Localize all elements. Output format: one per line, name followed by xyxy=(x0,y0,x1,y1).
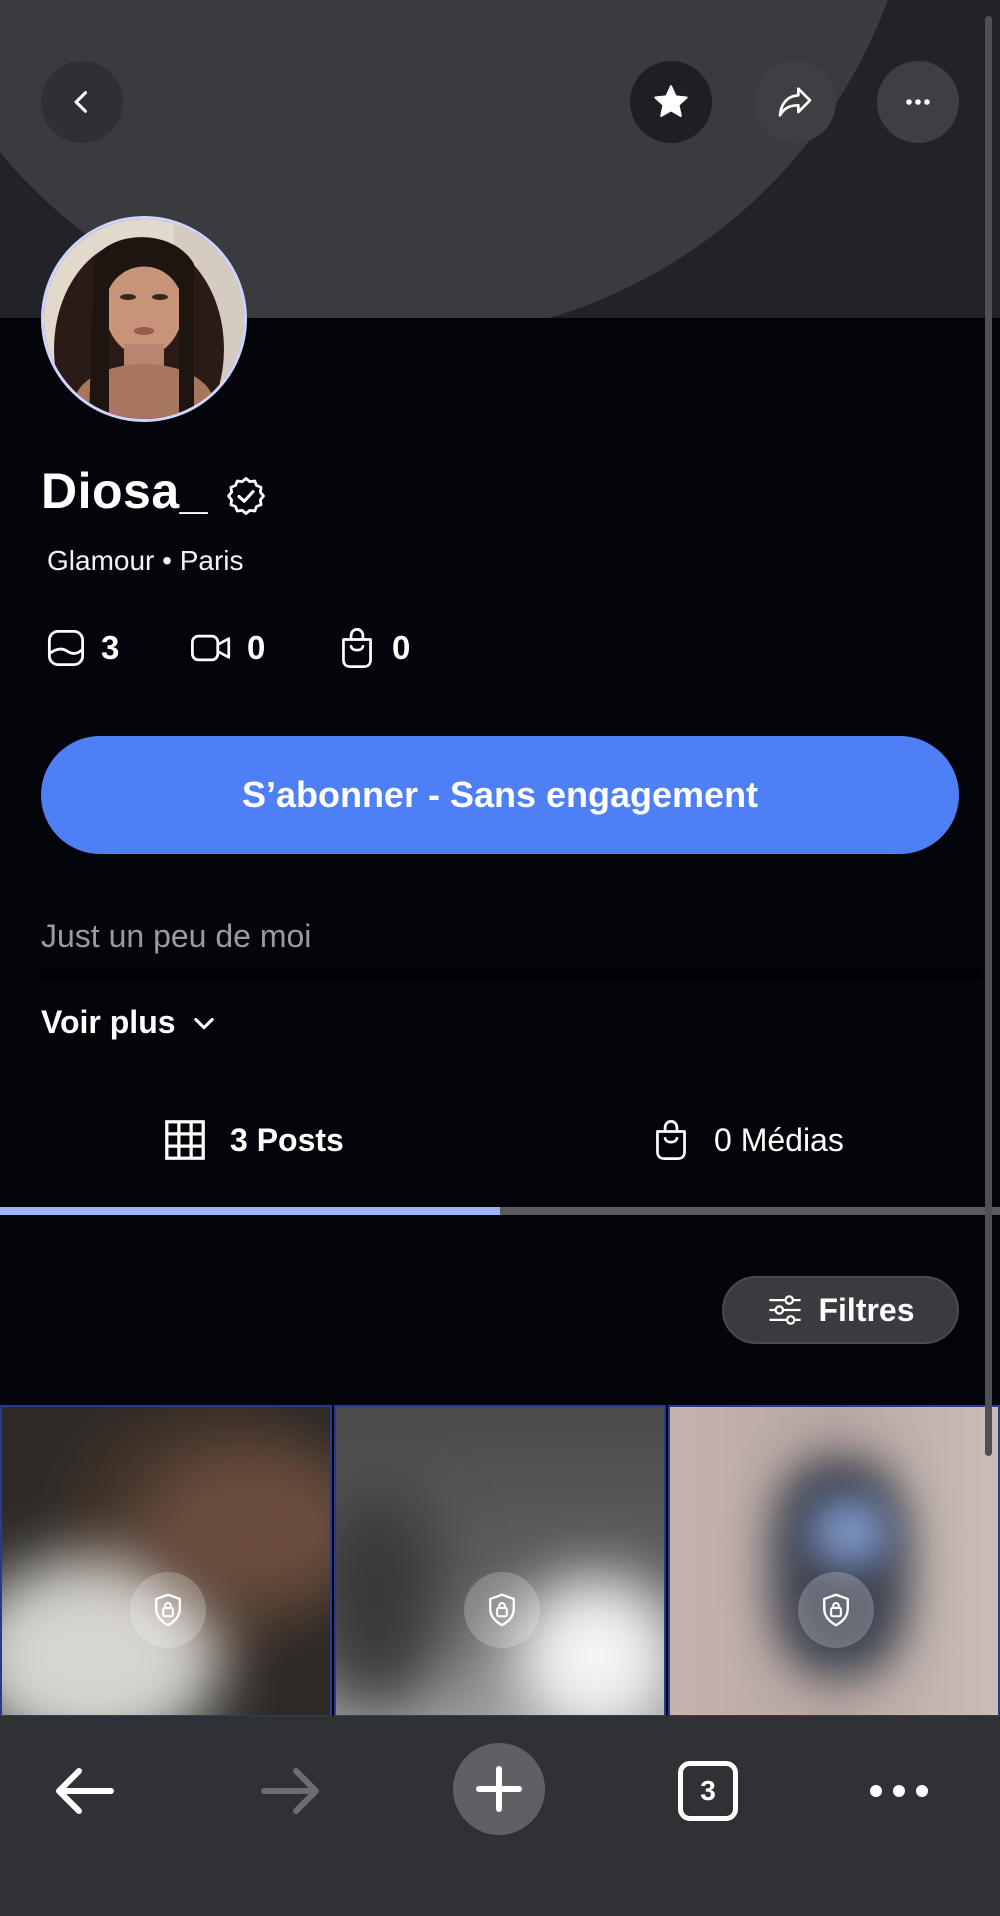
chevron-left-icon xyxy=(74,91,88,113)
profile-bio: Just un peu de moi xyxy=(41,918,981,980)
new-tab-button[interactable] xyxy=(453,1743,545,1835)
lock-badge xyxy=(464,1572,540,1648)
videos-count-value: 0 xyxy=(247,629,266,666)
more-options-button[interactable] xyxy=(877,61,959,143)
shield-lock-icon xyxy=(489,1593,515,1627)
videos-count: 0 xyxy=(189,625,265,671)
browser-forward-button[interactable] xyxy=(244,1743,340,1839)
back-button[interactable] xyxy=(41,61,123,143)
profile-name: Diosa_ xyxy=(41,463,208,519)
post-tile[interactable] xyxy=(0,1405,332,1717)
video-icon xyxy=(191,634,231,662)
photo-icon xyxy=(47,629,85,667)
shopping-bag-icon xyxy=(342,628,372,668)
tab-media-label: 0 Médias xyxy=(714,1121,844,1158)
browser-menu-button[interactable] xyxy=(851,1743,947,1839)
chevron-down-icon xyxy=(193,1017,214,1029)
share-button[interactable] xyxy=(754,61,836,143)
posts-grid xyxy=(0,1405,1000,1717)
profile-subtitle: Glamour • Paris xyxy=(47,545,244,576)
star-icon xyxy=(654,85,688,117)
tab-active-indicator xyxy=(0,1207,500,1215)
page-scrollbar[interactable] xyxy=(985,16,992,1456)
shield-lock-icon xyxy=(155,1593,181,1627)
bag-icon xyxy=(656,1120,686,1160)
arrow-right-icon xyxy=(261,1768,319,1814)
shop-count: 0 xyxy=(336,625,410,671)
plus-icon xyxy=(476,1766,522,1812)
shield-lock-icon xyxy=(823,1593,849,1627)
favorite-button[interactable] xyxy=(630,61,712,143)
ellipsis-icon xyxy=(870,1785,928,1797)
post-tile[interactable] xyxy=(334,1405,666,1717)
browser-back-button[interactable] xyxy=(35,1743,131,1839)
filters-label: Filtres xyxy=(818,1291,915,1328)
tab-posts-label: 3 Posts xyxy=(230,1121,344,1158)
filters-button[interactable]: Filtres xyxy=(722,1276,959,1344)
share-icon xyxy=(778,87,812,117)
avatar[interactable] xyxy=(41,216,247,422)
arrow-left-icon xyxy=(56,1768,114,1814)
shop-count-value: 0 xyxy=(392,629,411,666)
sliders-icon xyxy=(769,1295,802,1325)
browser-toolbar: 3 xyxy=(0,1716,1000,1916)
lock-badge xyxy=(130,1572,206,1648)
ellipsis-icon xyxy=(906,99,930,105)
see-more-toggle[interactable]: Voir plus xyxy=(41,1004,218,1041)
post-tile[interactable] xyxy=(668,1405,1000,1717)
see-more-label: Voir plus xyxy=(41,1004,176,1040)
tab-posts[interactable]: 3 Posts xyxy=(162,1110,344,1170)
grid-icon xyxy=(165,1120,205,1160)
subscribe-button[interactable]: S’abonner - Sans engagement xyxy=(41,736,959,854)
tab-switcher-button[interactable]: 3 xyxy=(660,1743,756,1839)
photos-count: 3 xyxy=(45,625,119,671)
lock-badge xyxy=(798,1572,874,1648)
tab-count: 3 xyxy=(678,1761,738,1821)
tab-media[interactable]: 0 Médias xyxy=(650,1110,844,1170)
photos-count-value: 3 xyxy=(101,629,120,666)
verified-badge-icon xyxy=(227,477,265,515)
